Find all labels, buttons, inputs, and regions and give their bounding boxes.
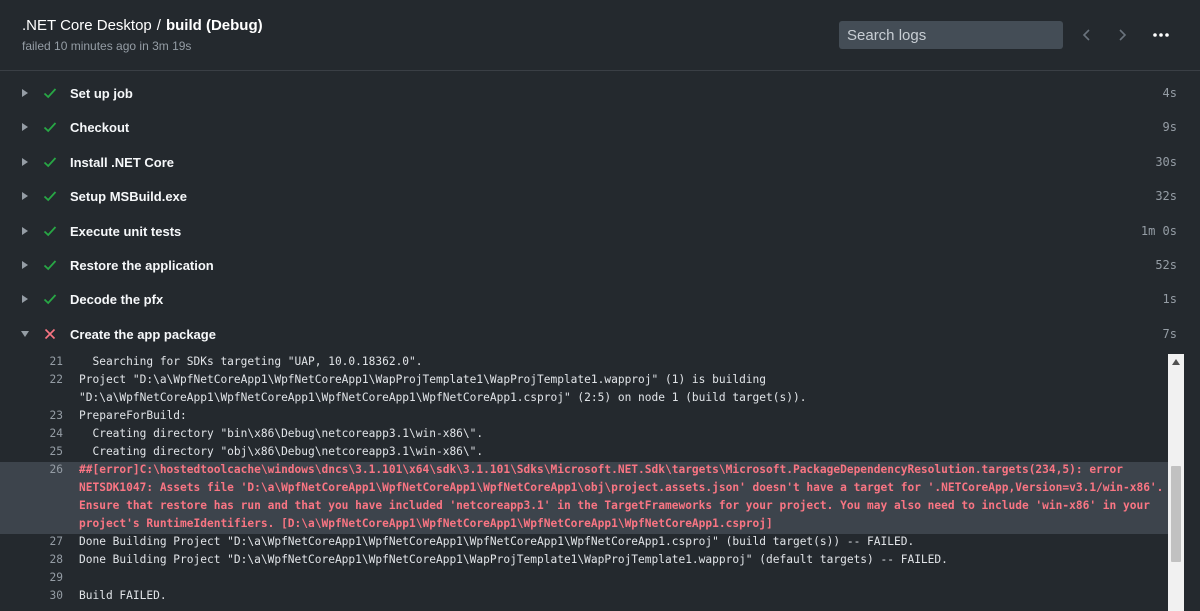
error-text: NETSDK1047: Assets file 'D:\a\WpfNetCore… [79,481,1164,494]
chevron-right-icon [1119,29,1127,41]
line-number[interactable]: 28 [30,553,63,566]
log-scrollbar[interactable] [1168,354,1184,611]
log-line: 29 [0,570,1168,588]
kebab-horizontal-icon [1153,33,1169,37]
step-name: Install .NET Core [70,154,175,170]
log-text: "D:\a\WpfNetCoreApp1\WpfNetCoreApp1\WpfN… [79,391,807,404]
log-text: Searching for SDKs targeting "UAP, 10.0.… [79,355,423,368]
log-text: Done Building Project "D:\a\WpfNetCoreAp… [79,553,948,566]
chevron-right-icon [22,226,28,235]
line-number[interactable]: 26 [30,463,63,476]
check-icon [43,294,57,305]
error-text: ##[error]C:\hostedtoolcache\windows\dncs… [79,463,1123,476]
job-header: .NET Core Desktop / build (Debug) failed 1… [0,0,1200,71]
log-text: Creating directory "bin\x86\Debug\netcor… [79,427,484,440]
step-name: Setup MSBuild.exe [70,189,188,205]
previous-match-button[interactable] [1077,25,1097,45]
log-text: Done Building Project "D:\a\WpfNetCoreAp… [79,535,915,548]
step-duration: 52s [1155,257,1177,272]
log-text: Build FAILED. [79,589,167,602]
log-line: 23 PrepareForBuild: [0,408,1168,426]
job-status-line: failed 10 minutes ago in 3m 19s [22,39,192,53]
line-number[interactable]: 27 [30,535,63,548]
step-duration: 1m 0s [1140,223,1177,238]
check-icon [43,157,57,168]
chevron-right-icon [22,295,28,304]
log-line: 27 Done Building Project "D:\a\WpfNetCor… [0,534,1168,552]
chevron-right-icon [22,260,28,269]
chevron-left-icon [1082,29,1090,41]
check-icon [43,122,57,133]
check-icon [43,88,57,99]
step-duration: 9s [1162,120,1177,135]
triangle-up-icon [1172,359,1180,365]
step-row-set-up-job[interactable]: Set up job 4s [0,76,1200,110]
log-line: 22 Project "D:\a\WpfNetCoreApp1\WpfNetCo… [0,372,1168,390]
log-line-continuation: "D:\a\WpfNetCoreApp1\WpfNetCoreApp1\WpfN… [0,390,1168,408]
page-title: .NET Core Desktop / build (Debug) [22,17,263,34]
chevron-right-icon [22,192,28,201]
step-duration: 30s [1155,154,1177,169]
line-number[interactable]: 22 [30,373,63,386]
check-icon [43,260,57,271]
step-row-setup-msbuild[interactable]: Setup MSBuild.exe 32s [0,179,1200,213]
step-duration: 4s [1162,86,1177,100]
chevron-down-icon [21,330,29,337]
next-match-button[interactable] [1112,25,1132,45]
search-logs-input[interactable] [839,21,1063,49]
line-number[interactable]: 21 [30,355,63,368]
check-icon [43,191,57,202]
step-duration: 32s [1155,189,1177,204]
more-options-button[interactable] [1150,24,1172,46]
scrollbar-thumb[interactable] [1171,466,1181,562]
step-row-checkout[interactable]: Checkout 9s [0,110,1200,144]
error-text: Ensure that restore has run and that you… [79,499,1150,512]
step-row-execute-unit-tests[interactable]: Execute unit tests 1m 0s [0,214,1200,248]
log-line-error: 26 ##[error]C:\hostedtoolcache\windows\d… [0,462,1168,534]
title-separator: / [156,17,161,34]
line-number[interactable]: 23 [30,409,63,422]
steps-list: Set up job 4s Checkout 9s Install .NET C… [0,76,1200,351]
chevron-right-icon [22,157,28,166]
check-icon [43,225,57,236]
step-row-install-dotnet-core[interactable]: Install .NET Core 30s [0,145,1200,179]
log-line: 30 Build FAILED. [0,588,1168,606]
error-text: project's RuntimeIdentifiers. [D:\a\WpfN… [79,517,773,530]
log-line: 21 Searching for SDKs targeting "UAP, 10… [0,354,1168,372]
step-name: Decode the pfx [70,292,164,308]
log-text: Creating directory "obj\x86\Debug\netcor… [79,445,484,458]
chevron-right-icon [22,123,28,132]
log-line: 24 Creating directory "bin\x86\Debug\net… [0,426,1168,444]
chevron-right-icon [22,89,28,97]
line-number[interactable]: 29 [30,571,63,584]
step-name: Restore the application [70,257,214,273]
log-text: PrepareForBuild: [79,409,187,422]
scroll-up-button[interactable] [1168,354,1184,370]
step-row-create-app-package[interactable]: Create the app package 7s [0,317,1200,351]
step-duration: 1s [1162,292,1177,307]
line-number[interactable]: 30 [30,589,63,602]
step-name: Checkout [70,120,130,136]
step-name: Execute unit tests [70,223,182,239]
workflow-name[interactable]: .NET Core Desktop [22,17,152,34]
log-line: 25 Creating directory "obj\x86\Debug\net… [0,444,1168,462]
line-number[interactable]: 24 [30,427,63,440]
step-row-decode-pfx[interactable]: Decode the pfx 1s [0,282,1200,316]
log-text: Project "D:\a\WpfNetCoreApp1\WpfNetCoreA… [79,373,767,386]
log-line: 28 Done Building Project "D:\a\WpfNetCor… [0,552,1168,570]
log-output: 21 Searching for SDKs targeting "UAP, 10… [0,354,1168,611]
line-number[interactable]: 25 [30,445,63,458]
job-name: build (Debug) [165,17,263,34]
step-name: Set up job [70,86,133,101]
x-icon [44,328,56,339]
step-row-restore-application[interactable]: Restore the application 52s [0,248,1200,282]
step-duration: 7s [1162,326,1177,341]
step-name: Create the app package [70,326,216,342]
